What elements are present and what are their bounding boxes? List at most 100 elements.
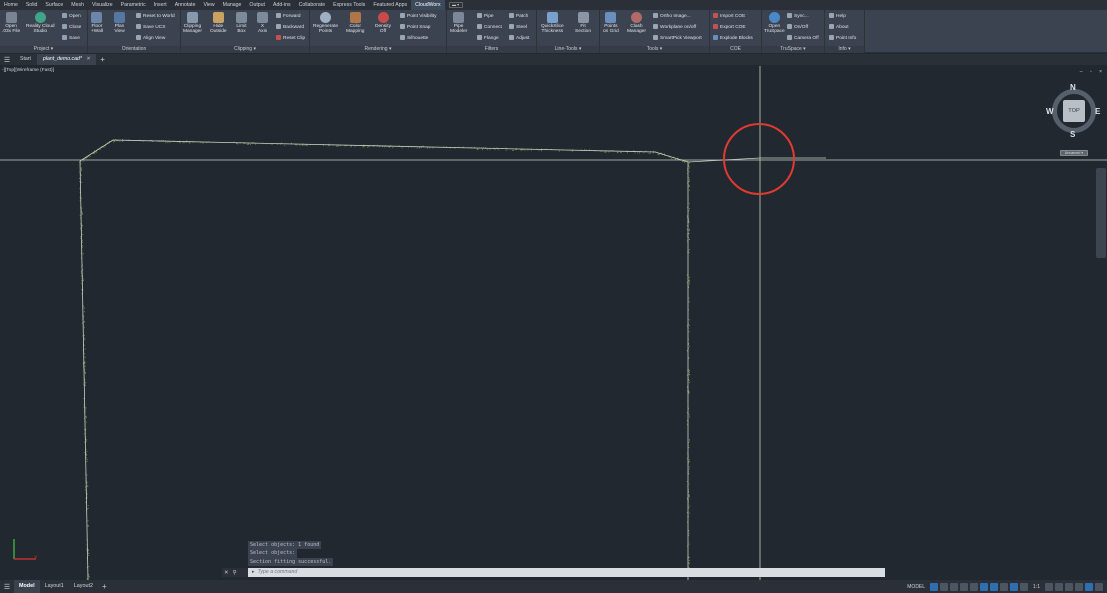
ortho-image-button[interactable]: Ortho Image... (653, 13, 691, 20)
annotation-scale[interactable]: 1:1 (1030, 584, 1043, 590)
help-button[interactable]: Help (829, 13, 846, 20)
menu-tab-add-ins[interactable]: Add-ins (269, 0, 295, 10)
x-axis-button[interactable]: X Axis (257, 12, 268, 35)
adjust-button[interactable]: Adjust (509, 35, 529, 42)
density-off-button[interactable]: Density Off (375, 12, 391, 35)
add-layout-icon[interactable]: + (102, 582, 107, 591)
command-prompt-icon[interactable]: ▸ (252, 569, 255, 575)
viewcube-top-face[interactable]: TOP (1063, 100, 1085, 122)
floor-wall-button[interactable]: Floor +Wall (91, 12, 103, 35)
ribbon-options-icon[interactable]: ▬ ▾ (448, 2, 463, 8)
menu-tab-output[interactable]: Output (245, 0, 269, 10)
annotation-visibility-icon[interactable] (1010, 582, 1019, 591)
customization-icon[interactable] (1095, 582, 1103, 591)
plus-icon[interactable] (1055, 582, 1063, 591)
ortho-icon[interactable] (950, 582, 959, 591)
layout-tab-layout1[interactable]: Layout1 (40, 580, 69, 593)
panel-title[interactable]: Project ▾ (0, 46, 87, 53)
open-03x-file-button[interactable]: Open .03x File (2, 12, 20, 35)
clean-screen-icon[interactable] (1085, 582, 1093, 591)
menu-tab-home[interactable]: Home (0, 0, 22, 10)
menu-tab-collaborate[interactable]: Collaborate (295, 0, 330, 10)
camera-off-button[interactable]: Camera Off (787, 35, 819, 42)
save-ucs-button[interactable]: Save UCS (136, 24, 165, 31)
menu-tab-insert[interactable]: Insert (150, 0, 171, 10)
tab-start[interactable]: Start (14, 54, 37, 65)
menu-icon[interactable]: ☰ (0, 56, 14, 64)
isodraft-icon[interactable] (970, 582, 979, 591)
menu-tab-mesh[interactable]: Mesh (67, 0, 88, 10)
close-button[interactable]: Close (62, 24, 81, 31)
plan-view-button[interactable]: Plan View (114, 12, 125, 35)
pipe-button[interactable]: Pipe (477, 13, 494, 20)
menu-tab-cloudworx[interactable]: CloudWorx (411, 0, 445, 10)
export-coe-button[interactable]: Export COE (713, 24, 746, 31)
customize-command-icon[interactable]: ⚲ (233, 570, 237, 576)
hardware-acceleration-icon[interactable] (1075, 582, 1083, 591)
pipe-modeler-button[interactable]: Pipe Modeler (450, 12, 467, 35)
silhouette-button[interactable]: Silhouette (400, 35, 428, 42)
menu-tab-visualize[interactable]: Visualize (88, 0, 117, 10)
tab-active-file[interactable]: plant_demo.cad* ✕ (36, 54, 97, 65)
object-snap-icon[interactable] (980, 582, 989, 591)
viewport-label[interactable]: -][Top][Wireframe (Fast)] (2, 68, 54, 73)
regenerate-points-button[interactable]: Regenerate Points (313, 12, 338, 35)
panel-title[interactable]: TruSpace ▾ (762, 46, 824, 53)
panel-title[interactable]: Tools ▾ (600, 46, 709, 53)
forward-button[interactable]: Forward (276, 13, 301, 20)
layout-menu-icon[interactable]: ☰ (0, 583, 14, 591)
explode-blocks-button[interactable]: Explode Blocks (713, 35, 753, 42)
panel-title[interactable]: Rendering ▾ (310, 46, 446, 53)
snap-mode-icon[interactable] (940, 582, 949, 591)
truspace-on-off-button[interactable]: On/Off (787, 24, 808, 31)
wcs-dropdown[interactable]: Unnamed ▾ (1060, 150, 1088, 156)
open-button[interactable]: Open (62, 13, 81, 20)
lineweight-icon[interactable] (1000, 582, 1009, 591)
layout-tab-layout2[interactable]: Layout2 (69, 580, 98, 593)
workplane-button[interactable]: Workplane on/off (653, 24, 696, 31)
menu-tab-annotate[interactable]: Annotate (171, 0, 200, 10)
drawing-viewport[interactable]: -][Top][Wireframe (Fast)] – ▫ × TOP N S … (0, 66, 1107, 580)
flange-button[interactable]: Flange (477, 35, 499, 42)
menu-tab-surface[interactable]: Surface (41, 0, 67, 10)
panel-title[interactable]: Info ▾ (825, 46, 864, 53)
panel-title[interactable]: Clipping ▾ (181, 46, 309, 53)
reset-to-world-button[interactable]: Reset to World (136, 13, 175, 20)
open-truspace-button[interactable]: Open TruSpace (764, 12, 785, 35)
smartpick-viewport-button[interactable]: SmartPick Viewport (653, 35, 702, 42)
isolate-icon[interactable] (1065, 582, 1073, 591)
viewport-controls[interactable]: – ▫ × (1080, 69, 1105, 75)
close-tab-icon[interactable]: ✕ (86, 56, 90, 62)
points-on-grid-button[interactable]: Points on Grid (603, 12, 619, 35)
viewcube[interactable]: TOP N S E W (1046, 83, 1102, 139)
fit-section-button[interactable]: Fit Section (575, 12, 591, 35)
grid-icon[interactable] (930, 582, 939, 591)
save-button[interactable]: Save (62, 35, 80, 42)
compass-south[interactable]: S (1070, 130, 1075, 139)
gear-icon[interactable] (1045, 582, 1053, 591)
clipping-manager-button[interactable]: Clipping Manager (183, 12, 202, 35)
compass-north[interactable]: N (1070, 83, 1076, 92)
menu-tab-featured-apps[interactable]: Featured Apps (369, 0, 411, 10)
clash-manager-button[interactable]: Clash Manager (627, 12, 646, 35)
point-visibility-button[interactable]: Point Visibility (400, 13, 437, 20)
sync-button[interactable]: Sync... (787, 13, 809, 20)
reality-cloud-studio-button[interactable]: Reality Cloud Studio (26, 12, 55, 35)
polar-icon[interactable] (960, 582, 969, 591)
patch-button[interactable]: Patch (509, 13, 528, 20)
quickslice-thickness-button[interactable]: QuickSlice Thickness (541, 12, 564, 35)
color-mapping-button[interactable]: Color Mapping (346, 12, 364, 35)
new-tab-icon[interactable]: + (100, 55, 105, 64)
command-input[interactable]: ▸ Type a command (248, 568, 885, 577)
point-info-button[interactable]: Point Info (829, 35, 856, 42)
menu-tab-solid[interactable]: Solid (22, 0, 42, 10)
compass-west[interactable]: W (1046, 107, 1054, 116)
connect-button[interactable]: Connect (477, 24, 502, 31)
align-view-button[interactable]: Align View (136, 35, 165, 42)
layout-tab-model[interactable]: Model (14, 580, 40, 593)
import-coe-button[interactable]: Import COE (713, 13, 745, 20)
about-button[interactable]: About (829, 24, 849, 31)
steel-button[interactable]: Steel (509, 24, 527, 31)
model-space-toggle[interactable]: MODEL (904, 584, 928, 590)
close-command-icon[interactable]: ✕ (224, 570, 229, 576)
